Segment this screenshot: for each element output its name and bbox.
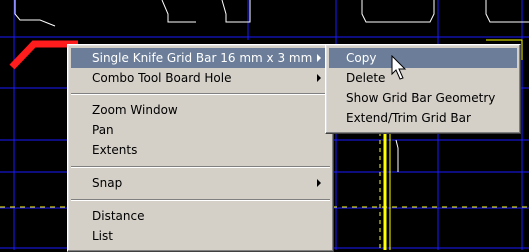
menu-item-label: Combo Tool Board Hole	[92, 71, 232, 85]
menu-item-label: Single Knife Grid Bar 16 mm x 3 mm	[92, 51, 313, 65]
menu-item-label: Snap	[92, 176, 123, 190]
menu-item-single-knife-grid-bar[interactable]: Single Knife Grid Bar 16 mm x 3 mm	[71, 48, 330, 68]
menu-separator	[71, 199, 330, 201]
menu-item-extents[interactable]: Extents	[71, 140, 330, 160]
submenu-item-show-grid-bar-geometry[interactable]: Show Grid Bar Geometry	[329, 88, 517, 108]
submenu-item-copy[interactable]: Copy	[329, 48, 517, 68]
menu-item-label: Extents	[92, 143, 138, 157]
menu-item-distance[interactable]: Distance	[71, 206, 330, 226]
chevron-right-icon	[317, 74, 321, 82]
grid-bar-submenu: Copy Delete Show Grid Bar Geometry Exten…	[325, 44, 521, 134]
menu-item-snap[interactable]: Snap	[71, 173, 330, 193]
submenu-item-delete[interactable]: Delete	[329, 68, 517, 88]
menu-item-label: Delete	[346, 71, 386, 85]
menu-item-label: Distance	[92, 209, 145, 223]
menu-item-label: List	[92, 229, 113, 243]
menu-separator	[71, 166, 330, 168]
menu-item-pan[interactable]: Pan	[71, 120, 330, 140]
arrow-pointer-icon	[391, 55, 407, 80]
chevron-right-icon	[317, 54, 321, 62]
context-menu: Single Knife Grid Bar 16 mm x 3 mm Combo…	[67, 44, 334, 252]
menu-item-label: Pan	[92, 123, 114, 137]
submenu-item-extend-trim-grid-bar[interactable]: Extend/Trim Grid Bar	[329, 108, 517, 128]
menu-separator	[71, 93, 330, 95]
menu-item-zoom-window[interactable]: Zoom Window	[71, 100, 330, 120]
menu-item-list[interactable]: List	[71, 226, 330, 246]
menu-item-combo-tool-board-hole[interactable]: Combo Tool Board Hole	[71, 68, 330, 88]
menu-item-label: Copy	[346, 51, 377, 65]
menu-item-label: Zoom Window	[92, 103, 178, 117]
menu-item-label: Extend/Trim Grid Bar	[346, 111, 471, 125]
menu-item-label: Show Grid Bar Geometry	[346, 91, 496, 105]
chevron-right-icon	[317, 179, 321, 187]
